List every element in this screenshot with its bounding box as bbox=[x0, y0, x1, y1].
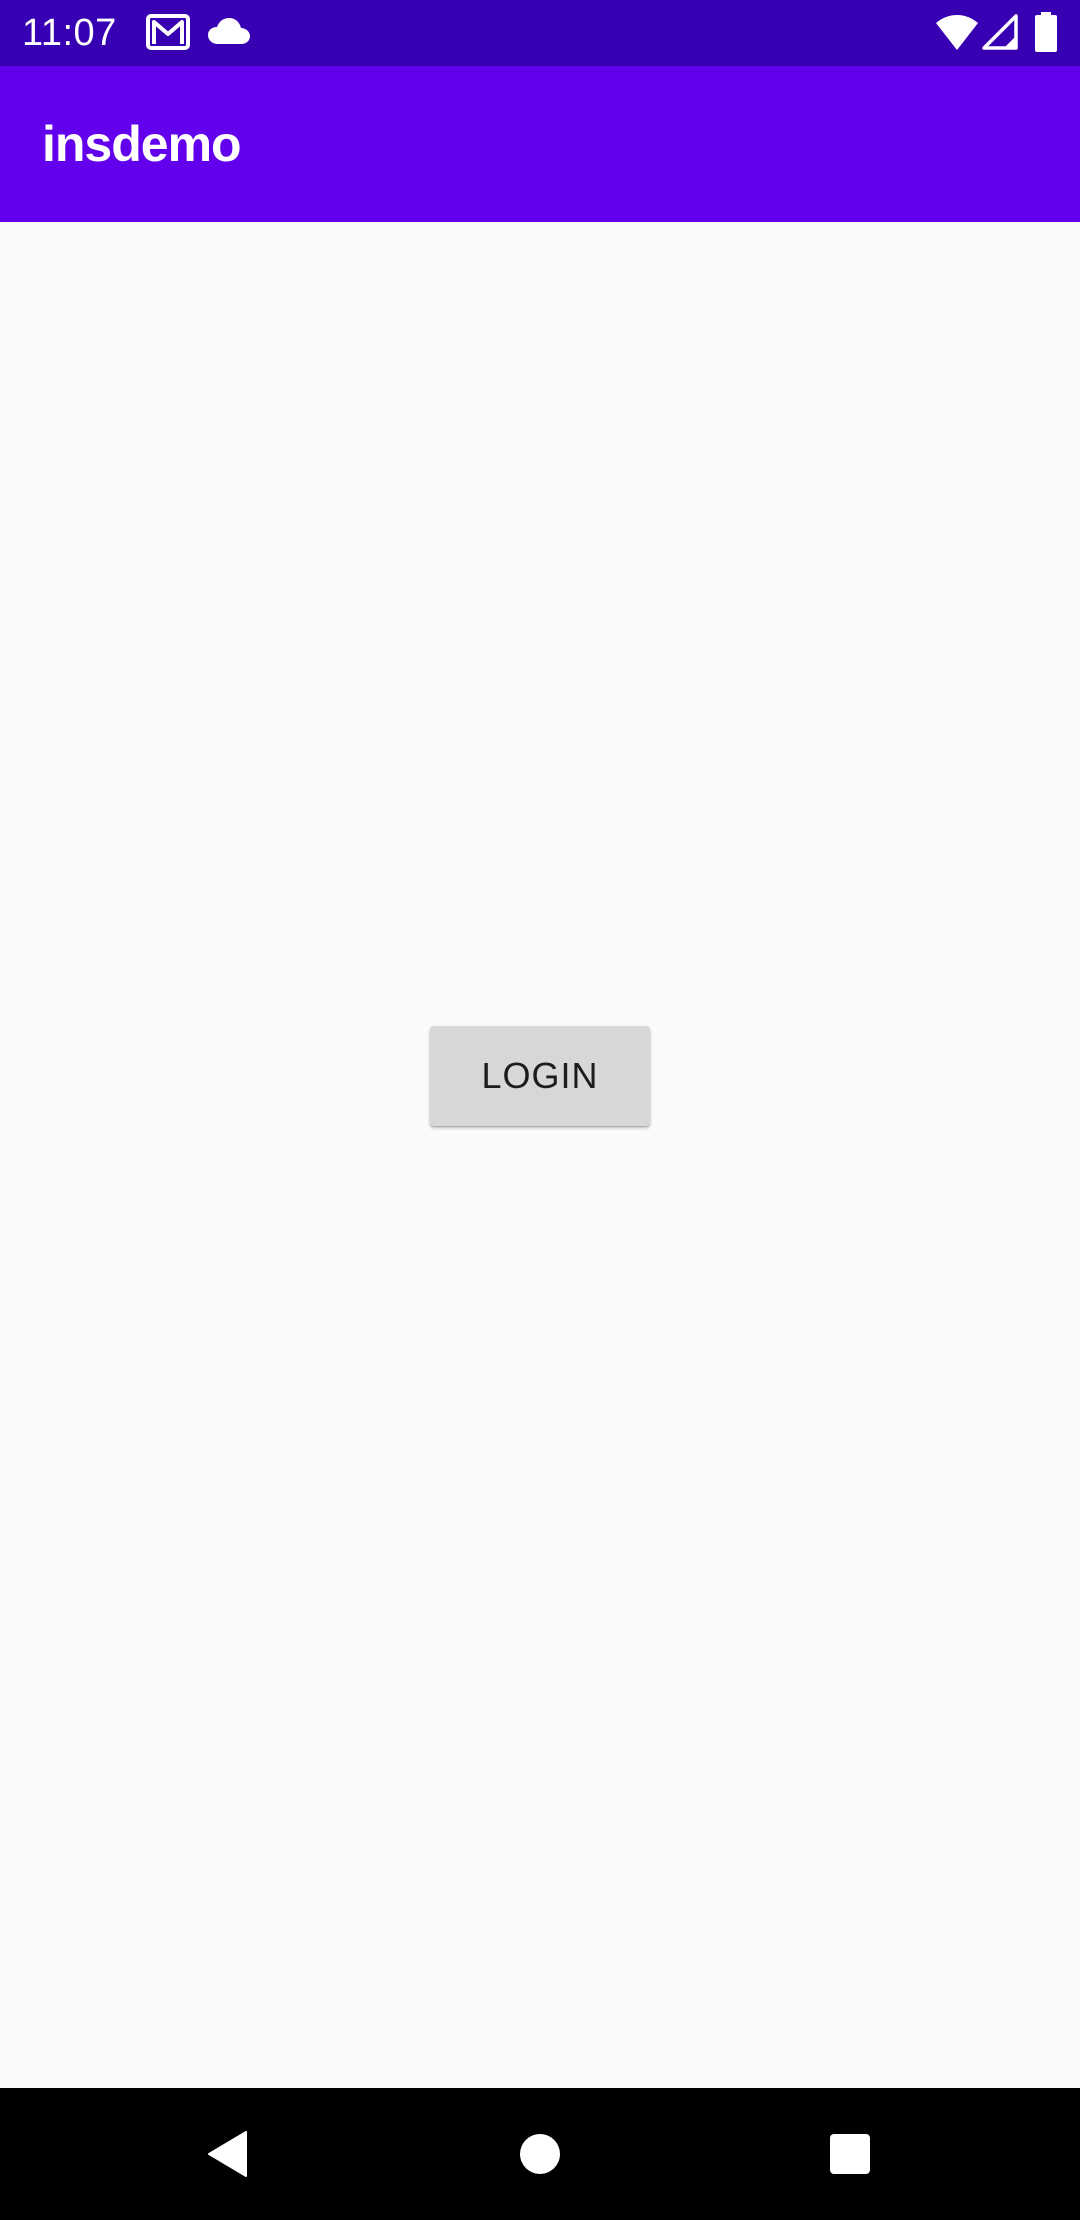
gmail-icon bbox=[146, 14, 190, 50]
recents-button[interactable] bbox=[750, 2088, 950, 2220]
main-content: LOGIN bbox=[0, 222, 1080, 2088]
home-icon bbox=[520, 2134, 560, 2174]
battery-icon bbox=[1035, 12, 1057, 52]
back-button[interactable] bbox=[126, 2088, 326, 2220]
back-icon bbox=[208, 2131, 247, 2177]
signal-icon bbox=[982, 14, 1018, 50]
app-bar: insdemo bbox=[0, 66, 1080, 222]
cloud-icon bbox=[208, 18, 250, 44]
login-button[interactable]: LOGIN bbox=[430, 1026, 650, 1126]
wifi-icon bbox=[936, 15, 978, 50]
home-button[interactable] bbox=[440, 2088, 640, 2220]
app-title: insdemo bbox=[42, 116, 242, 172]
recents-icon bbox=[830, 2134, 870, 2174]
status-bar: 11:07 bbox=[0, 0, 1080, 66]
status-time: 11:07 bbox=[22, 12, 117, 54]
navigation-bar bbox=[0, 2088, 1080, 2220]
